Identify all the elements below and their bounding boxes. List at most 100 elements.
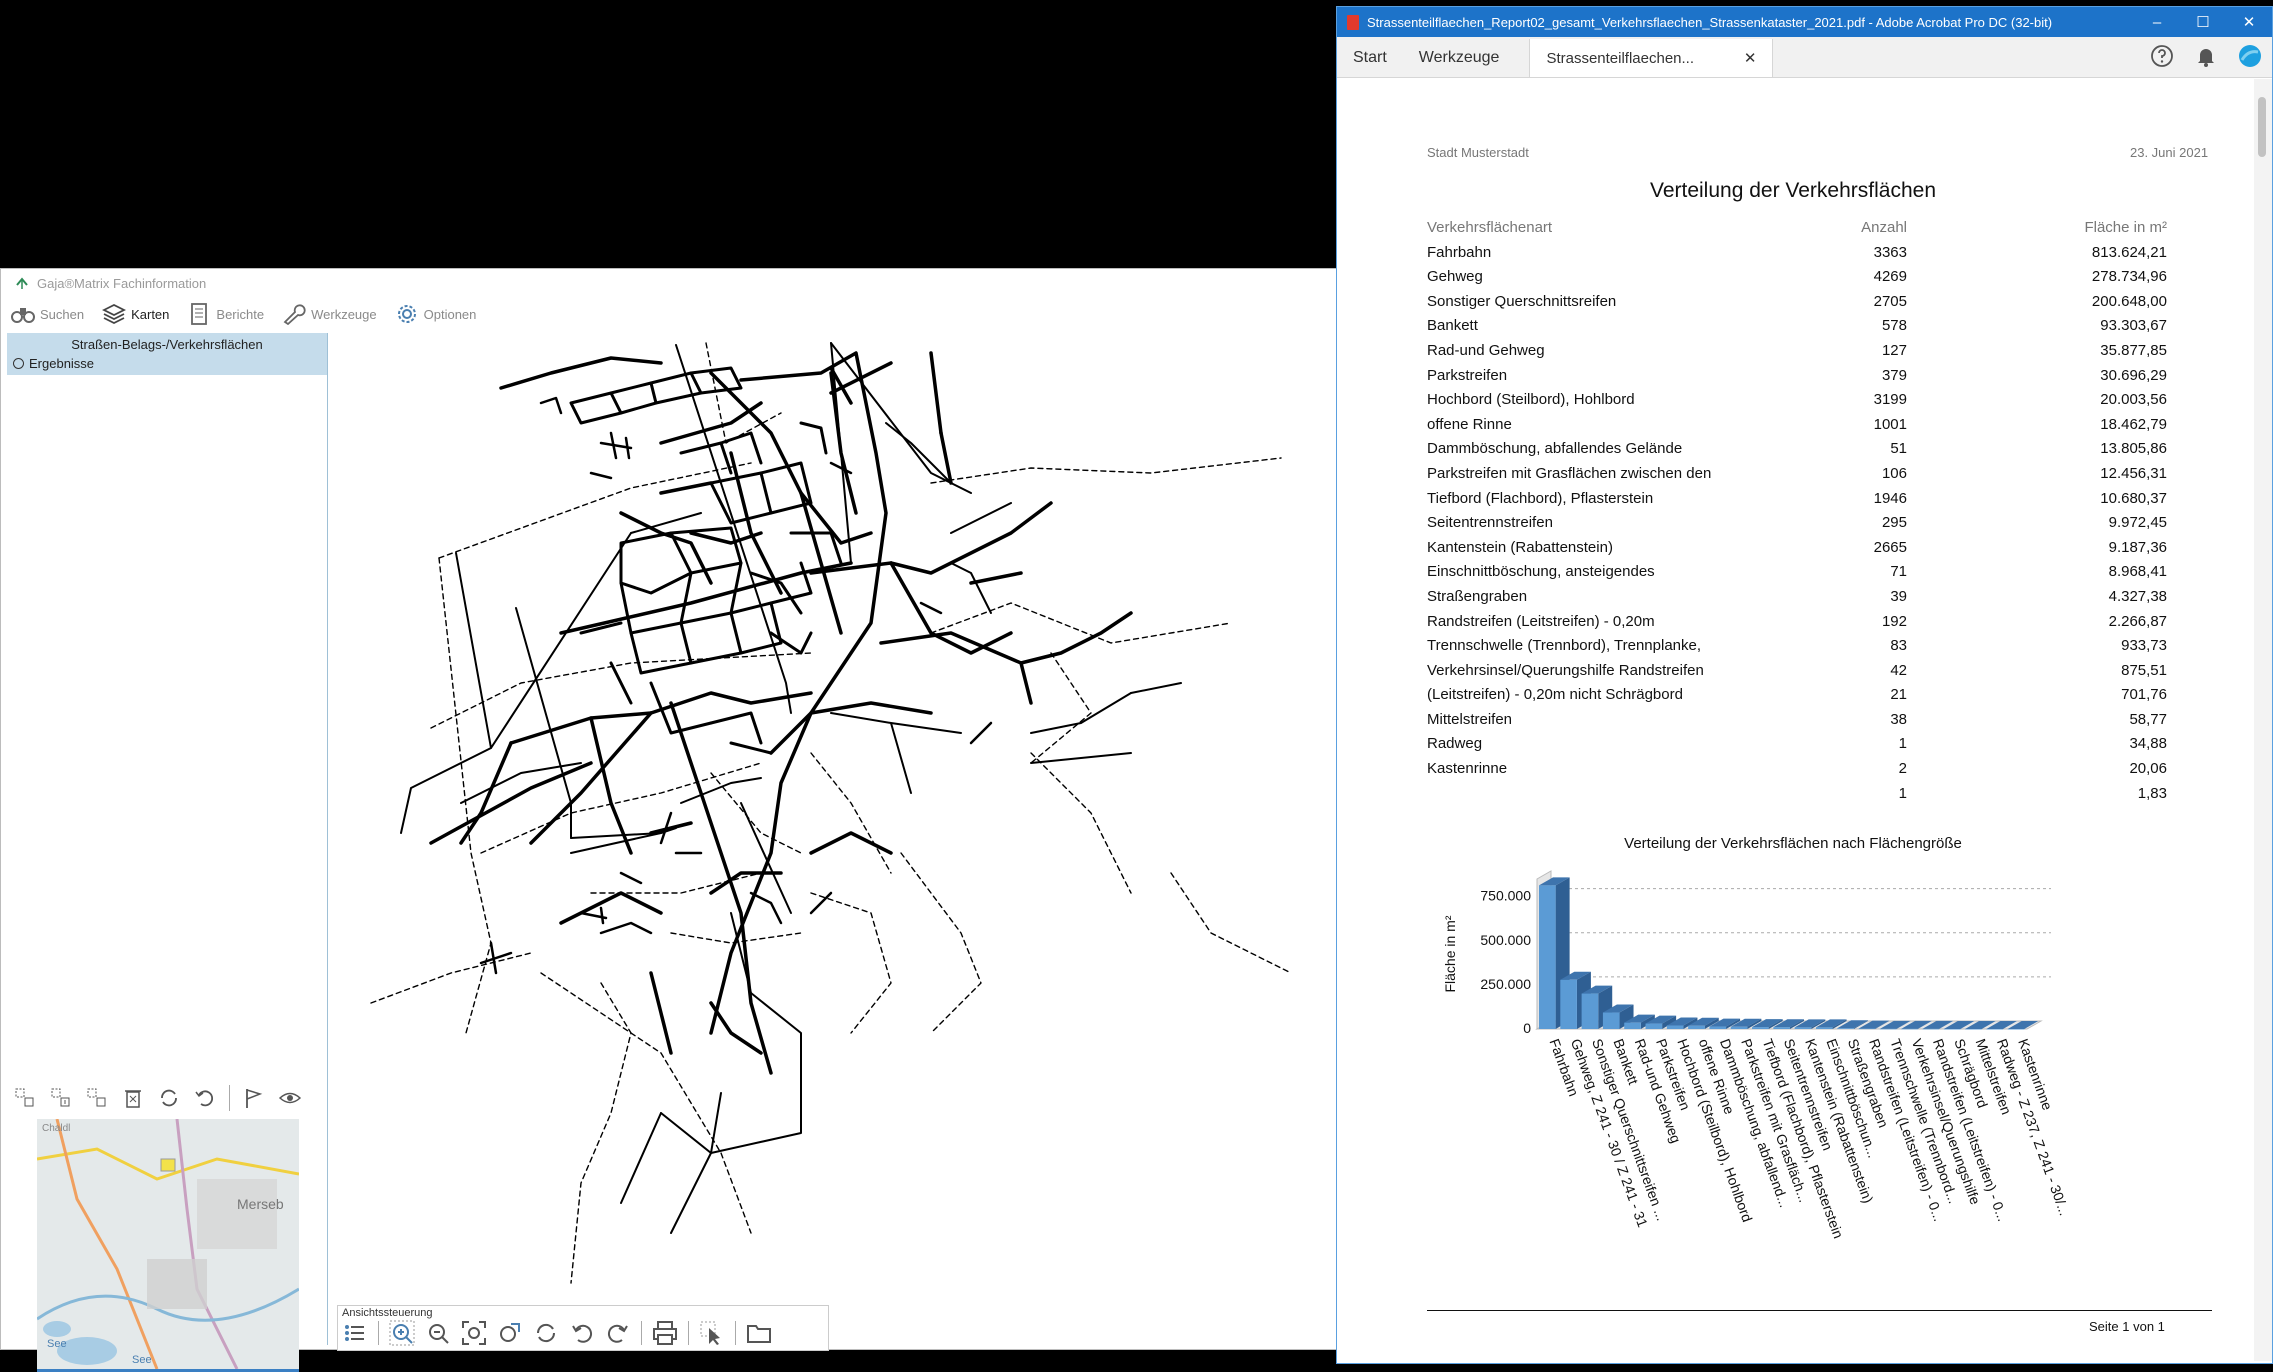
table-row: Trennschwelle (Trennbord), Trennplanke, 8… — [1427, 633, 2177, 658]
cell-area: 200.648,00 — [2091, 292, 2167, 310]
cell-type: Gehweg — [1427, 268, 1483, 286]
refresh-map-icon[interactable] — [533, 1320, 559, 1346]
bar — [1624, 1022, 1641, 1029]
view-control-label: Ansichtssteuerung — [342, 1307, 433, 1319]
report-title: Verteilung der Verkehrsflächen — [1649, 179, 1936, 202]
vertical-scrollbar[interactable] — [2254, 79, 2272, 1361]
cell-area: 2.266,87 — [2108, 612, 2167, 630]
table-row: Kastenrinne 2 20,06 — [1427, 756, 2177, 781]
options-button[interactable]: Optionen — [395, 303, 476, 325]
help-icon[interactable] — [2150, 44, 2174, 68]
cell-area: 35.877,85 — [2100, 341, 2167, 359]
close-tab-icon[interactable]: ✕ — [1744, 49, 1757, 67]
maximize-button[interactable]: ☐ — [2180, 7, 2226, 37]
maps-button[interactable]: Karten — [102, 303, 169, 325]
cell-type: Einschnittböschung, ansteigendes — [1427, 563, 1655, 581]
cell-count: 127 — [1881, 341, 1907, 359]
cell-count: 379 — [1881, 366, 1907, 384]
trash-icon[interactable] — [121, 1086, 145, 1110]
cell-count: 295 — [1881, 514, 1907, 532]
reports-button[interactable]: Berichte — [187, 303, 264, 325]
cell-count: 2705 — [1873, 292, 1907, 310]
undo-icon[interactable] — [193, 1086, 217, 1110]
forward-icon[interactable] — [605, 1320, 631, 1346]
list-icon[interactable] — [342, 1320, 368, 1346]
cell-area: 933,73 — [2121, 637, 2167, 655]
search-button[interactable]: Suchen — [11, 303, 84, 325]
cell-area: 58,77 — [2129, 710, 2167, 728]
cell-type: Randstreifen (Leitstreifen) - 0,20m — [1427, 612, 1655, 630]
pdf-icon — [1347, 14, 1359, 30]
bell-icon[interactable] — [2194, 44, 2218, 68]
cell-area: 93.303,67 — [2100, 317, 2167, 335]
cell-type: Kantenstein (Rabattenstein) — [1427, 538, 1613, 556]
app-logo-icon — [16, 277, 28, 289]
cell-type: Verkehrsinsel/Querungshilfe Randstreifen — [1427, 661, 1704, 679]
print-icon[interactable] — [652, 1320, 678, 1346]
table-row: Randstreifen (Leitstreifen) - 0,20m 192 2.… — [1427, 609, 2177, 634]
toolbar-divider — [688, 1321, 689, 1345]
bar — [1815, 1027, 1833, 1029]
table-row: Verkehrsinsel/Querungshilfe Randstreifen… — [1427, 658, 2177, 683]
sidebar: Straßen-Belags-/Verkehrsflächen Ergebnis… — [7, 333, 328, 1372]
bar — [1901, 1028, 1918, 1030]
zoom-in-icon[interactable] — [389, 1320, 415, 1346]
minimize-button[interactable]: – — [2134, 7, 2180, 37]
cell-area: 701,76 — [2121, 686, 2167, 704]
back-icon[interactable] — [569, 1320, 595, 1346]
bar — [1688, 1025, 1705, 1029]
tab-document[interactable]: Strassenteilflaechen... ✕ — [1529, 39, 1774, 77]
results-item[interactable]: Ergebnisse — [7, 352, 327, 371]
table-row: Mittelstreifen 38 58,77 — [1427, 707, 2177, 732]
scrollbar-thumb[interactable] — [2258, 97, 2266, 157]
overview-top-label: Chaldl — [42, 1123, 70, 1134]
info-select-icon[interactable] — [699, 1320, 725, 1346]
cell-area: 12.456,31 — [2100, 464, 2167, 482]
acrobat-title: Strassenteilflaechen_Report02_gesamt_Ver… — [1367, 14, 2053, 30]
bar — [1581, 993, 1599, 1029]
close-button[interactable]: ✕ — [2226, 7, 2272, 37]
report-icon — [191, 303, 208, 325]
cell-type: Bankett — [1427, 317, 1478, 335]
tab-tools[interactable]: Werkzeuge — [1403, 39, 1516, 77]
zoom-selection-icon[interactable] — [497, 1320, 523, 1346]
flag-icon[interactable] — [242, 1086, 266, 1110]
cell-type: Kastenrinne — [1427, 760, 1508, 778]
tools-button[interactable]: Werkzeuge — [282, 303, 377, 325]
account-icon[interactable] — [2238, 44, 2262, 68]
add-select-icon[interactable] — [49, 1086, 73, 1110]
overview-lake-label-2: See — [47, 1338, 67, 1350]
toolbar-divider — [378, 1321, 379, 1345]
sidebar-title: Straßen-Belags-/Verkehrsflächen — [71, 337, 263, 352]
bar — [1602, 1012, 1620, 1029]
radio-icon[interactable] — [13, 358, 24, 369]
table-row: Hochbord (Steilbord), Hohlbord 3199 20.003… — [1427, 387, 2177, 412]
cell-type: Parkstreifen mit Grasflächen zwischen de… — [1427, 464, 1712, 482]
bar — [1645, 1023, 1663, 1029]
layers-icon — [102, 303, 127, 325]
cell-type: Parkstreifen — [1427, 366, 1508, 384]
toolbar-divider — [735, 1321, 736, 1345]
map-canvas[interactable] — [331, 333, 1335, 1305]
cell-count: 3199 — [1873, 391, 1907, 409]
table-row: Sonstiger Querschnittsreifen 2705 200.648,… — [1427, 289, 2177, 314]
tab-start[interactable]: Start — [1337, 39, 1403, 77]
view-control-panel: Ansichtssteuerung — [337, 1305, 829, 1351]
cell-area: 30.696,29 — [2100, 366, 2167, 384]
cell-type: Straßengraben — [1427, 587, 1528, 605]
gis-title-bar: Gaja®Matrix Fachinformation — [1, 269, 1336, 297]
bar — [1773, 1027, 1790, 1029]
zoom-extent-icon[interactable] — [461, 1320, 487, 1346]
refresh-icon[interactable] — [157, 1086, 181, 1110]
cell-type: Hochbord (Steilbord), Hohlbord — [1427, 391, 1635, 409]
remove-select-icon[interactable] — [85, 1086, 109, 1110]
zoom-out-icon[interactable] — [425, 1320, 451, 1346]
folder-icon[interactable] — [746, 1320, 772, 1346]
table-row: (Leitstreifen) - 0,20m nicht Schrägbord 2… — [1427, 682, 2177, 707]
cell-area: 813.624,21 — [2091, 243, 2167, 261]
bar — [1666, 1025, 1684, 1029]
select-icon[interactable] — [13, 1086, 37, 1110]
cell-count: 578 — [1881, 317, 1907, 335]
overview-map[interactable]: Merseb See See Chaldl — [37, 1119, 299, 1372]
eye-icon[interactable] — [278, 1086, 302, 1110]
